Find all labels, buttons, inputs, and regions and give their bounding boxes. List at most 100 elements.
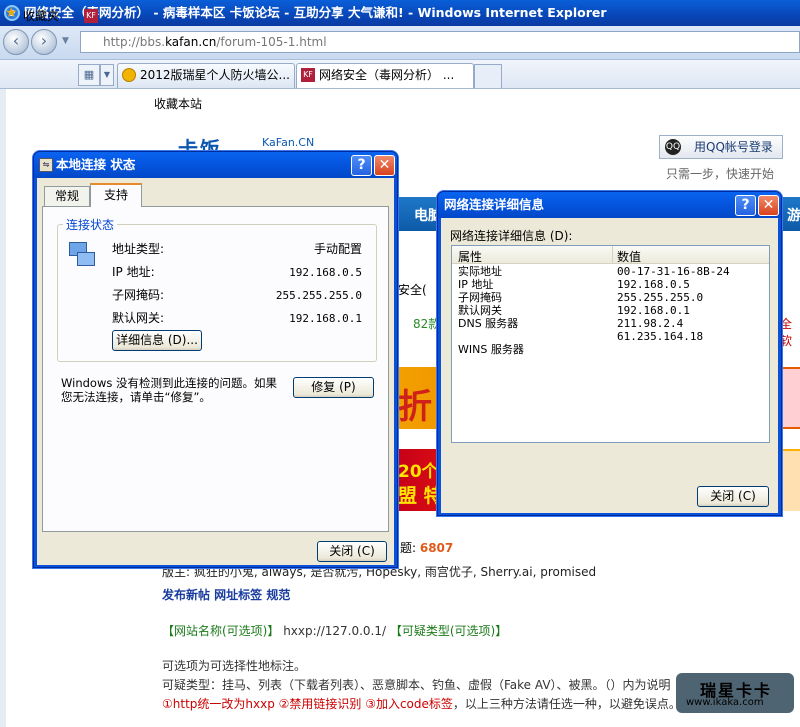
item-property: 默认网关: [458, 304, 502, 317]
favorites-button[interactable]: 收藏夹: [23, 7, 59, 24]
list-item[interactable]: WINS 服务器: [458, 343, 763, 356]
help-button[interactable]: ?: [735, 195, 756, 216]
close-button[interactable]: 关闭 (C): [697, 486, 769, 507]
rule-url: hxxp://127.0.0.1/: [279, 624, 390, 638]
list-item[interactable]: DNS 服务器 211.98.2.4: [458, 317, 763, 330]
item-value: 00-17-31-16-8B-24: [617, 265, 730, 278]
new-tab-button[interactable]: [474, 64, 502, 88]
topic-count: 题: 6807: [400, 539, 453, 556]
close-window-button[interactable]: ✕: [374, 155, 395, 176]
rule-methods-rest: ，以上三种方法请任选一种，以避免误点。: [452, 697, 681, 711]
item-value: 192.168.0.1: [617, 304, 690, 317]
tab-network-security[interactable]: KF 网络安全（毒网分析） ...: [296, 63, 474, 88]
details-rows: 实际地址 00-17-31-16-8B-24 IP 地址 192.168.0.5 子…: [458, 265, 763, 356]
ad-banner-image: [780, 369, 800, 427]
address-domain: kafan.cn: [165, 35, 217, 49]
rule-line-format: 【网站名称(可选项)】 hxxp://127.0.0.1/ 【可疑类型(可选项)…: [162, 622, 507, 639]
address-bar[interactable]: http://bbs.kafan.cn/forum-105-1.html: [80, 31, 800, 53]
details-list-label: 网络连接详细信息 (D):: [450, 229, 573, 243]
ad-banner-2-text: 盟 特: [398, 485, 443, 507]
list-item[interactable]: 默认网关 192.168.0.1: [458, 304, 763, 317]
item-value: 211.98.2.4: [617, 317, 684, 330]
dialog-body: 常规 支持 连接状态 地址类型: 手动配置 IP 地址: 192.168.0.5 子…: [37, 178, 394, 565]
list-item[interactable]: 61.235.164.18: [458, 330, 763, 343]
tab-favicon-icon: [122, 68, 136, 82]
item-property: WINS 服务器: [458, 343, 524, 356]
status-row: 默认网关: 192.168.0.1: [112, 307, 362, 330]
column-property[interactable]: 属性: [458, 248, 482, 265]
row-label: 默认网关:: [112, 311, 165, 325]
item-value: 61.235.164.18: [617, 330, 704, 343]
row-value: 192.168.0.1: [289, 312, 362, 325]
forward-button[interactable]: ›: [31, 29, 57, 55]
close-window-button[interactable]: ✕: [758, 195, 779, 216]
ad-banner-2-image: [780, 451, 800, 511]
item-property: IP 地址: [458, 278, 494, 291]
row-value: 手动配置: [313, 242, 362, 256]
forum-snippet-link[interactable]: 全软: [780, 315, 800, 349]
list-header: 属性 数值: [452, 246, 769, 264]
topic-count-label: 题:: [400, 541, 420, 555]
qq-penguin-icon: QQ: [665, 139, 681, 155]
address-path: /forum-105-1.html: [216, 35, 327, 49]
row-value: 255.255.255.0: [275, 289, 362, 302]
address-prefix: http://bbs.: [103, 35, 166, 49]
column-value[interactable]: 数值: [617, 248, 641, 265]
tab-label: 2012版瑞星个人防火墙公...: [140, 68, 290, 82]
connection-status-dialog: 本地连接 状态 ⇋ ? ✕ 常规 支持 连接状态 地址类型: 手动配置 IP 地址…: [33, 151, 398, 568]
details-list[interactable]: 属性 数值 实际地址 00-17-31-16-8B-24 IP 地址 192.168…: [451, 245, 770, 443]
topic-count-value: 6807: [419, 541, 454, 555]
back-button[interactable]: ‹: [3, 29, 29, 55]
rule-line-optional: 可选项为可选择性地标注。: [162, 659, 307, 673]
status-rows: 地址类型: 手动配置 IP 地址: 192.168.0.5 子网掩码: 255.255…: [112, 238, 362, 330]
window-title: 网络安全（毒网分析） - 病毒样本区 卡饭论坛 - 互助分享 大气谦和! - W…: [0, 0, 800, 26]
connection-details-dialog: 网络连接详细信息 ? ✕ 网络连接详细信息 (D): 属性 数值 实际地址 00-…: [437, 191, 782, 516]
tab-general[interactable]: 常规: [44, 186, 90, 206]
list-item[interactable]: IP 地址 192.168.0.5: [458, 278, 763, 291]
tab-support[interactable]: 支持: [90, 183, 142, 207]
status-row: 子网掩码: 255.255.255.0: [112, 284, 362, 307]
row-label: 地址类型:: [112, 242, 165, 256]
item-property: 子网掩码: [458, 291, 502, 304]
dialog-title: 本地连接 状态: [34, 152, 397, 178]
list-item[interactable]: 子网掩码 255.255.255.0: [458, 291, 763, 304]
site-favicon-icon: KF: [84, 9, 98, 23]
rule-line-types: 可疑类型：挂马、列表（下载者列表）、恶意脚本、钓鱼、虚假（Fake AV）、被黑…: [162, 678, 671, 692]
navigation-bar: ‹ › ▼ http://bbs.kafan.cn/forum-105-1.ht…: [0, 26, 800, 60]
rule-line-methods: ①http统一改为hxxp ②禁用链接识别 ③加入code标签，以上三种方法请任…: [162, 695, 681, 712]
tab-list-dropdown-icon[interactable]: ▼: [100, 64, 114, 86]
row-label: 子网掩码:: [112, 288, 165, 302]
tab-label: 网络安全（毒网分析） ...: [319, 68, 455, 82]
tab-firewall[interactable]: 2012版瑞星个人防火墙公...: [117, 63, 295, 88]
item-value: 255.255.255.0: [617, 291, 704, 304]
bookmark-site-link[interactable]: 收藏本站: [154, 95, 202, 112]
row-label: IP 地址:: [112, 265, 155, 279]
watermark-url: www.ikaka.com: [686, 697, 764, 708]
group-label: 连接状态: [63, 216, 118, 233]
list-item[interactable]: 实际地址 00-17-31-16-8B-24: [458, 265, 763, 278]
status-row: 地址类型: 手动配置: [112, 238, 362, 261]
nav-item-game[interactable]: 游: [787, 205, 800, 225]
item-property: 实际地址: [458, 265, 502, 278]
repair-button[interactable]: 修复 (P): [293, 377, 374, 398]
network-connection-icon: ⇋: [39, 158, 53, 172]
dialog-title: 网络连接详细信息: [438, 192, 781, 218]
row-value: 192.168.0.5: [289, 266, 362, 279]
ad-banner-2-text: 20个: [398, 462, 439, 482]
help-button[interactable]: ?: [351, 155, 372, 176]
qq-login-subtitle: 只需一步，快速开始: [666, 167, 775, 181]
rule-type: 【可疑类型(可选项)】: [389, 624, 508, 638]
ad-banner-text: 折: [398, 387, 432, 427]
rule-site-name: 【网站名称(可选项)】: [162, 624, 280, 638]
tab-favicon-icon: KF: [301, 68, 315, 82]
item-property: DNS 服务器: [458, 317, 519, 330]
forum-actions[interactable]: 发布新帖 网址标签 规范: [162, 586, 290, 603]
close-button[interactable]: 关闭 (C): [317, 541, 387, 562]
details-button[interactable]: 详细信息 (D)...: [112, 330, 202, 351]
quick-tabs-icon[interactable]: ▦: [78, 64, 100, 86]
rule-methods-red: ①http统一改为hxxp ②禁用链接识别 ③加入code标签: [162, 697, 453, 711]
network-computers-icon: [67, 240, 97, 270]
site-logo-sub: KaFan.CN: [262, 136, 315, 149]
history-dropdown-icon[interactable]: ▼: [62, 36, 69, 46]
favorites-star-icon[interactable]: ★: [5, 5, 18, 21]
